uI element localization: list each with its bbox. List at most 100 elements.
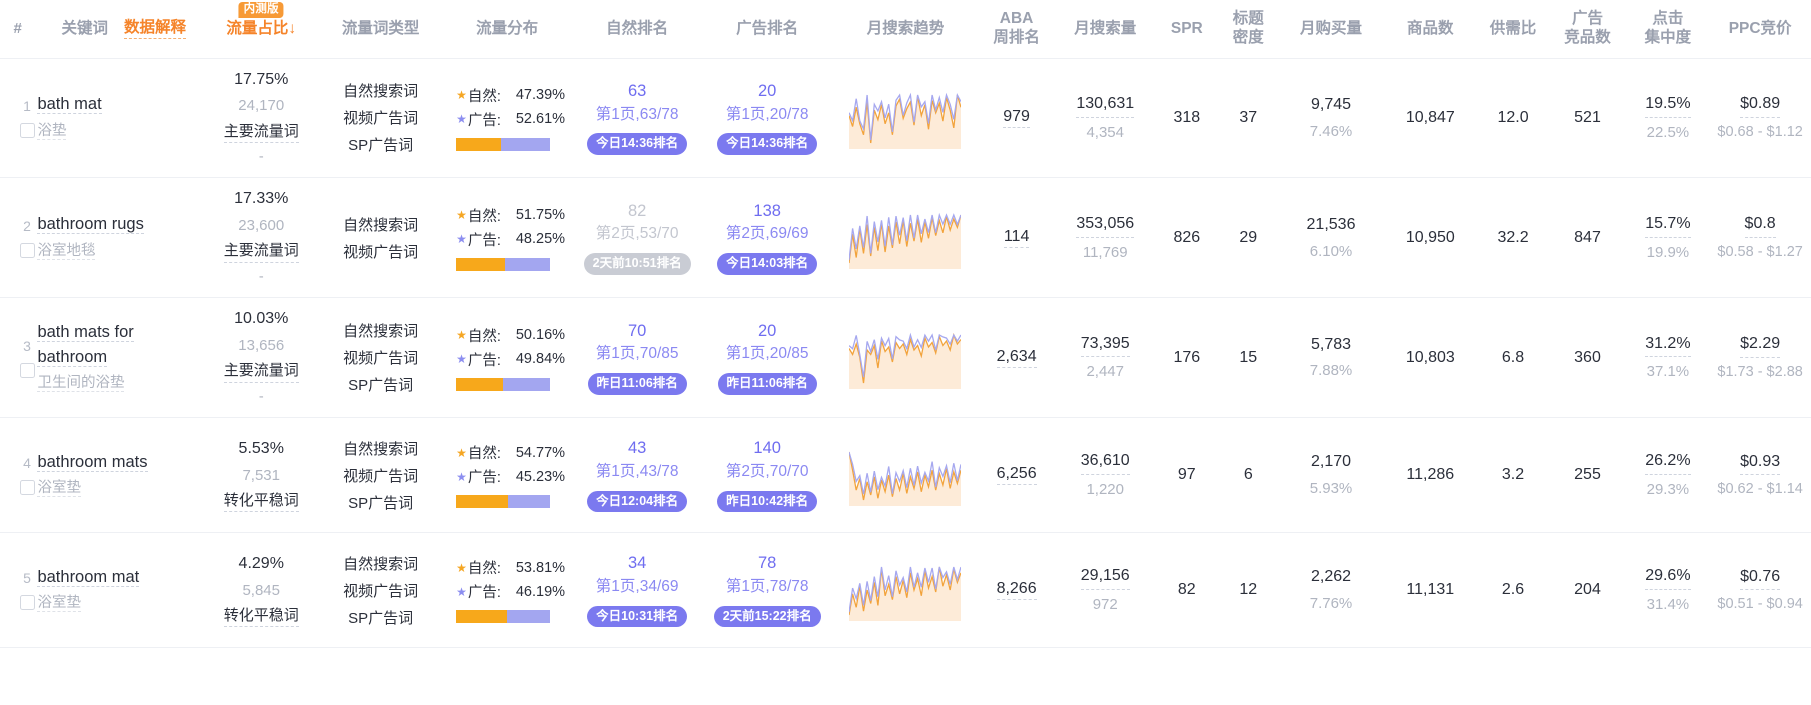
aba-header-label: ABA — [999, 10, 1034, 28]
row-checkbox[interactable] — [19, 595, 35, 611]
traffic-dist-header-label: 流量分布 — [476, 19, 539, 37]
keyword-translation[interactable]: 浴室地毯 — [37, 243, 96, 261]
traffic-type-item: 自然搜索词 — [343, 555, 419, 573]
product-count-cell: 10,803 — [1383, 297, 1478, 419]
ad-rank-number[interactable]: 20 — [758, 321, 776, 342]
trend-sparkline[interactable] — [834, 559, 977, 622]
aba-value[interactable]: 6,256 — [996, 465, 1037, 486]
traffic-share-tag[interactable]: 主要流量词 — [223, 360, 299, 383]
dist-ad-value: 49.84% — [515, 351, 566, 368]
monthly-purchase-value: 2,170 — [1310, 453, 1352, 471]
traffic-share-tag[interactable]: 转化平稳词 — [223, 605, 299, 628]
distribution-bar-ad — [503, 377, 551, 391]
click-concentration-value[interactable]: 31.2% — [1645, 333, 1691, 358]
organic-rank-timestamp-pill[interactable]: 今日14:36排名 — [587, 133, 688, 155]
table-row: 5 bathroom mat 浴室垫 4.29% 5,845 转化平稳词 自然搜… — [0, 532, 1811, 649]
click-concentration-header-label2: 集中度 — [1644, 28, 1692, 46]
keyword-text[interactable]: bathroom mat — [37, 567, 140, 587]
keyword-translation[interactable]: 浴室垫 — [37, 480, 81, 498]
trend-sparkline[interactable] — [834, 87, 977, 149]
data-explanation-link[interactable]: 数据解释 — [123, 19, 186, 39]
keyword-text[interactable]: bath mats for bathroom — [37, 322, 134, 367]
click-concentration-value[interactable]: 26.2% — [1645, 450, 1691, 475]
monthly-search-value[interactable]: 36,610 — [1080, 450, 1130, 475]
ad-competitors-cell: 255 — [1548, 417, 1627, 534]
ad-rank-timestamp-pill[interactable]: 今日14:03排名 — [717, 253, 818, 275]
aba-value[interactable]: 2,634 — [996, 348, 1037, 368]
monthly-search-value[interactable]: 73,395 — [1080, 333, 1130, 358]
traffic-type-item: SP广告词 — [348, 609, 414, 627]
ppc-bid-value[interactable]: $0.8 — [1744, 213, 1776, 238]
keyword-translation[interactable]: 浴室垫 — [37, 595, 81, 613]
click-concentration-value[interactable]: 29.6% — [1645, 565, 1691, 590]
monthly-search-value[interactable]: 130,631 — [1076, 93, 1135, 118]
click-concentration-value[interactable]: 15.7% — [1645, 213, 1691, 238]
keyword-translation[interactable]: 卫生间的浴垫 — [37, 375, 125, 393]
dist-ad-row: ★ 广告: 49.84% — [456, 349, 565, 370]
traffic-type-item: 视频广告词 — [343, 243, 419, 261]
ppc-bid-value[interactable]: $0.93 — [1740, 451, 1781, 476]
ppc-bid-value[interactable]: $0.76 — [1740, 566, 1781, 591]
organic-rank-number[interactable]: 43 — [628, 438, 646, 459]
ppc-bid-value[interactable]: $0.89 — [1740, 93, 1781, 119]
column-header-aba: ABA 周排名 — [978, 0, 1055, 59]
monthly-trend-cell — [832, 177, 979, 299]
organic-rank-timestamp-pill[interactable]: 昨日11:06排名 — [587, 373, 687, 395]
organic-rank-timestamp-pill[interactable]: 今日10:31排名 — [587, 605, 688, 628]
row-checkbox[interactable] — [19, 122, 35, 138]
trend-sparkline[interactable] — [834, 444, 977, 507]
ad-rank-number[interactable]: 78 — [758, 553, 776, 574]
traffic-type-item: 自然搜索词 — [343, 440, 419, 458]
dist-organic-label: 自然: — [467, 446, 501, 463]
aba-value[interactable]: 8,266 — [996, 580, 1037, 601]
ad-rank-timestamp-pill[interactable]: 今日14:36排名 — [717, 133, 818, 155]
spr-value: 176 — [1173, 348, 1201, 366]
ad-rank-number[interactable]: 140 — [753, 438, 781, 459]
monthly-search-value[interactable]: 29,156 — [1080, 565, 1130, 590]
keyword-text[interactable]: bathroom rugs — [37, 215, 144, 235]
ad-competitors-value: 255 — [1574, 466, 1601, 484]
column-header-traffic-dist: 流量分布 — [442, 0, 573, 59]
traffic-share-tag[interactable]: 主要流量词 — [223, 240, 299, 263]
row-checkbox[interactable] — [19, 362, 35, 378]
traffic-share-tag[interactable]: 主要流量词 — [223, 121, 299, 143]
dist-organic-value: 54.77% — [515, 444, 566, 461]
ad-rank-timestamp-pill[interactable]: 昨日11:06排名 — [717, 373, 817, 395]
aba-value[interactable]: 979 — [1003, 108, 1030, 128]
column-header-traffic-share[interactable]: 内测版 流量占比↓ — [203, 0, 320, 59]
trend-sparkline[interactable] — [834, 327, 977, 389]
traffic-share-tag[interactable]: 转化平稳词 — [223, 490, 299, 513]
organic-rank-number[interactable]: 63 — [628, 81, 646, 102]
monthly-trend-cell — [832, 417, 979, 534]
aba-value[interactable]: 114 — [1003, 228, 1030, 248]
ad-rank-timestamp-pill[interactable]: 昨日10:42排名 — [717, 490, 818, 513]
keyword-translation[interactable]: 浴垫 — [37, 123, 67, 141]
ppc-bid-value[interactable]: $2.29 — [1740, 333, 1781, 358]
row-checkbox[interactable] — [19, 480, 35, 496]
ad-rank-number[interactable]: 20 — [758, 81, 776, 102]
monthly-purchase-header-label: 月购买量 — [1300, 19, 1363, 37]
dist-ad-value: 46.19% — [515, 583, 566, 600]
ad-rank-timestamp-pill[interactable]: 2天前15:22排名 — [713, 605, 821, 628]
sort-desc-icon[interactable]: ↓ — [288, 20, 296, 37]
ppc-bid-cell: $2.29 $1.73 - $2.88 — [1709, 297, 1811, 419]
organic-rank-timestamp-pill[interactable]: 2天前10:51排名 — [583, 253, 691, 275]
row-checkbox[interactable] — [19, 242, 35, 258]
keyword-text[interactable]: bath mat — [37, 95, 102, 115]
dist-organic-label: 自然: — [467, 328, 501, 345]
organic-rank-timestamp-pill[interactable]: 今日12:04排名 — [587, 490, 688, 513]
ppc-bid-range: $0.68 - $1.12 — [1717, 124, 1803, 141]
organic-rank-number[interactable]: 70 — [628, 321, 646, 342]
monthly-purchase-rate: 5.93% — [1309, 479, 1353, 497]
keyword-text[interactable]: bathroom mats — [37, 452, 148, 472]
supply-demand-value: 12.0 — [1497, 108, 1529, 126]
monthly-search-value[interactable]: 353,056 — [1076, 213, 1135, 238]
trend-sparkline[interactable] — [834, 207, 977, 269]
organic-star-icon: ★ — [456, 328, 467, 343]
organic-rank-number[interactable]: 34 — [628, 553, 646, 574]
supply-demand-value: 32.2 — [1497, 228, 1529, 246]
organic-rank-number[interactable]: 82 — [628, 201, 646, 222]
click-concentration-value[interactable]: 19.5% — [1645, 93, 1691, 118]
aba-cell: 8,266 — [978, 532, 1055, 649]
ad-rank-number[interactable]: 138 — [753, 201, 781, 222]
